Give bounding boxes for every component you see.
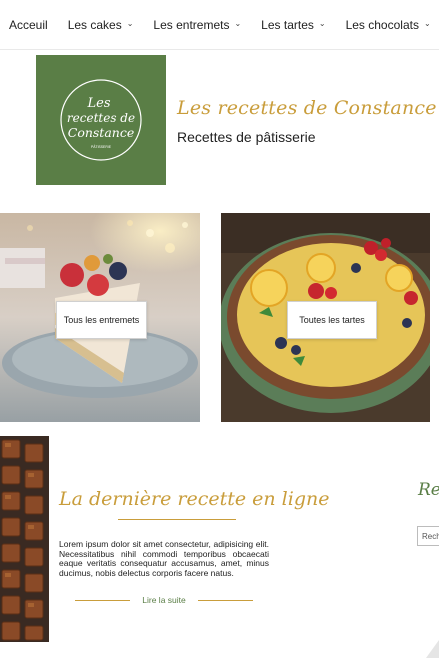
latest-recipe-excerpt: Lorem ipsum dolor sit amet consectetur, … <box>59 539 269 578</box>
nav-item-label: Acceuil <box>9 17 48 32</box>
divider-right <box>197 599 253 601</box>
nav-item-label: Les chocolats <box>345 17 419 32</box>
logo-line-2: recettes de <box>67 111 135 125</box>
chevron-down-icon: ⌄ <box>126 19 134 28</box>
chevron-down-icon: ⌄ <box>234 19 242 28</box>
chevron-down-icon: ⌄ <box>423 19 431 28</box>
logo-line-3: Constance <box>68 125 134 140</box>
nav-item-cakes[interactable]: Les cakes ⌄ <box>68 18 134 32</box>
tartes-promo-card[interactable]: Toutes les tartes <box>221 213 430 422</box>
logo-tagline: PÂTISSERIE <box>91 145 112 149</box>
site-subtitle: Recettes de pâtisserie <box>177 129 316 145</box>
site-logo[interactable]: Les recettes de Constance PÂTISSERIE <box>36 55 166 185</box>
chevron-down-icon: ⌄ <box>318 19 326 28</box>
nav-item-chocolats[interactable]: Les chocolats ⌄ <box>346 18 431 32</box>
all-tartes-button[interactable]: Toutes les tartes <box>287 301 377 339</box>
read-more-link[interactable]: Lire la suite <box>130 595 197 605</box>
scroll-corner <box>426 640 439 658</box>
site-title: Les recettes de Constance <box>177 97 437 119</box>
main-navigation: Acceuil Les cakes ⌄ Les entremets ⌄ Les … <box>0 0 439 50</box>
title-underline <box>118 519 236 520</box>
all-entremets-button[interactable]: Tous les entremets <box>56 301 147 339</box>
nav-item-acceuil[interactable]: Acceuil <box>9 18 48 32</box>
chocolates-photo[interactable] <box>0 436 49 642</box>
entremets-promo-card[interactable]: Tous les entremets <box>0 213 200 422</box>
nav-item-entremets[interactable]: Les entremets ⌄ <box>153 18 241 32</box>
latest-recipe-title: La dernière recette en ligne <box>59 488 330 510</box>
nav-item-tartes[interactable]: Les tartes ⌄ <box>261 18 325 32</box>
sidebar-title: Rec <box>418 480 439 500</box>
search-input[interactable]: Rech <box>417 526 439 546</box>
nav-item-label: Les entremets <box>153 17 230 32</box>
chocolates-image <box>0 436 49 642</box>
logo-line-1: Les <box>87 96 111 111</box>
nav-item-label: Les tartes <box>261 17 314 32</box>
divider-left <box>75 599 131 601</box>
read-more-row: Lire la suite <box>75 594 253 606</box>
logo-emblem: Les recettes de Constance PÂTISSERIE <box>60 79 142 161</box>
nav-item-label: Les cakes <box>67 17 122 32</box>
